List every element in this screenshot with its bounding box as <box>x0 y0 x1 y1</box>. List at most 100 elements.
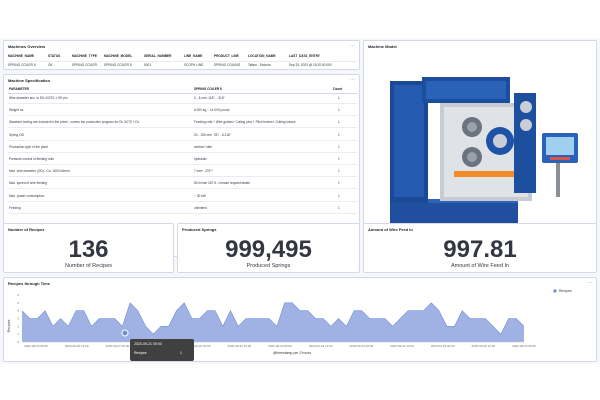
column-header[interactable]: LOCATION_NAME <box>248 54 276 58</box>
panel-title: Machine Specification <box>8 78 51 83</box>
table-cell: SPRING COILER 8 <box>8 63 36 67</box>
x-tick-label: 2020-09-23 12:00 <box>309 344 333 348</box>
table-cell: 20 - 150 mm .787 - 6.218" <box>194 132 231 137</box>
column-header[interactable]: MACHINE_NAME <box>8 54 34 58</box>
table-cell: Max. wire diameter (OD) - Ca. 1600 N/mm² <box>9 169 70 174</box>
divider <box>8 164 357 165</box>
table-cell: unlimited <box>194 205 207 210</box>
table-cell: SPRING COILER 8 <box>104 63 132 67</box>
table-cell: 1 <box>338 181 340 186</box>
x-tick-label: 2020-09-24 00:00 <box>349 344 373 348</box>
hover-point <box>121 329 129 337</box>
tooltip-series-value: 1 <box>180 351 182 355</box>
x-tick-label: 2020-09-22 12:00 <box>227 344 251 348</box>
divider <box>8 212 357 214</box>
table-cell: 1 <box>338 157 340 161</box>
metric-label: Amount of Wire Feed In <box>450 263 510 269</box>
metric-value: 997.81 <box>443 236 517 263</box>
table-cell: SCOPH LINE <box>184 63 204 67</box>
y-tick-label: 0 <box>17 340 19 344</box>
metric-label: Produced Springs <box>246 263 291 269</box>
table-cell: Feeding rolls + Wire guides+ Coiling pin… <box>194 120 296 125</box>
table-cell: 6.000 kg ~ 14.000 pound <box>194 108 230 113</box>
table-cell: Sep 25, 2020 @ 15:20:00.000 <box>289 63 332 67</box>
recipes-through-time-panel: Recipes through Time ⋯ 0123456 2020-09-2… <box>3 277 597 362</box>
table-cell: 80 m/min 187 ft. / minute request fasten <box>194 181 251 186</box>
table-cell: Production type of the plant <box>9 144 48 149</box>
y-tick-label: 1 <box>17 332 19 336</box>
table-cell: hydraulic <box>194 157 207 161</box>
table-cell: Wire diameter acc. to EN 10270-1 SH pin <box>9 96 68 100</box>
table-cell: 1 <box>338 96 340 100</box>
column-header[interactable]: MACHINE_TYPE <box>72 54 97 58</box>
y-tick-label: 4 <box>17 309 19 313</box>
metric-value: 136 <box>68 236 109 263</box>
column-header[interactable]: MACHINE_MODEL <box>104 54 132 58</box>
chart-tooltip: 2020-09-21 00:00 Recipes 1 <box>130 339 194 361</box>
table-cell: Standard tooling are included in the pri… <box>9 120 140 125</box>
table-cell: Max. speed of wire feeding <box>9 181 48 186</box>
panel-options-icon[interactable]: ⋯ <box>350 77 355 83</box>
tooltip-series-label: Recipes <box>134 351 147 355</box>
x-axis-label: @timestamp per 3 hours <box>273 351 312 355</box>
table-cell: Tallinn - Estonia <box>248 63 271 67</box>
x-tick-label: 2020-09-26 00:00 <box>512 344 536 348</box>
y-tick-label: 2 <box>17 324 19 328</box>
table-cell: Spring OD <box>9 132 24 137</box>
table-cell: 3 - 8 mm .118" - .315" <box>194 96 225 100</box>
y-tick-label: 3 <box>17 317 19 321</box>
x-tick-label: 2020-09-20 00:00 <box>24 344 48 348</box>
x-tick-label: 2020-09-24 12:00 <box>390 344 414 348</box>
table-cell: Weight ca. <box>9 108 25 113</box>
column-header-parameter[interactable]: PARAMETER <box>9 87 29 91</box>
produced-springs-panel: Produced Springs 999,495 Produced Spring… <box>177 223 360 273</box>
table-cell: 1 <box>338 169 340 174</box>
divider <box>8 93 357 94</box>
y-tick-label: 6 <box>17 293 19 297</box>
divider <box>8 188 357 190</box>
table-cell: SPRING COILER <box>72 63 97 67</box>
legend-swatch <box>553 289 557 293</box>
table-cell: OK <box>48 63 53 67</box>
tooltip-header: 2020-09-21 00:00 <box>134 342 162 346</box>
table-cell: Pressure control of feeding rolls <box>9 157 54 161</box>
divider <box>8 127 357 129</box>
column-header[interactable]: PRODUCT_LINE <box>214 54 239 58</box>
panel-title: Amount of Wire Feed In <box>368 227 413 232</box>
table-cell: Max. power consumption <box>9 193 45 198</box>
table-cell: SPRING COILING <box>214 63 241 67</box>
metric-label: Number of Recipes <box>64 263 113 269</box>
panel-title: Machines Overview <box>8 44 46 49</box>
machines-overview-panel: Machines Overview ⋯ MACHINE_NAME STATUS MA… <box>3 40 360 70</box>
table-cell: 1 <box>338 205 340 210</box>
dashboard-canvas: Machines Overview ⋯ MACHINE_NAME STATUS MA… <box>0 38 600 364</box>
divider <box>8 151 357 153</box>
divider <box>8 200 357 202</box>
divider <box>8 103 357 104</box>
x-tick-label: 2020-09-25 00:00 <box>431 344 455 348</box>
y-tick-label: 5 <box>17 301 19 305</box>
table-cell: 1 <box>338 132 340 137</box>
x-tick-label: 2020-09-20 12:00 <box>65 344 89 348</box>
number-of-recipes-panel: Number of Recipes 136 Number of Recipes <box>3 223 174 273</box>
column-header[interactable]: LINE_NAME <box>184 54 202 58</box>
panel-options-icon[interactable]: ⋯ <box>350 43 355 49</box>
column-header-count[interactable]: Count <box>333 87 342 91</box>
divider <box>8 115 357 117</box>
column-header[interactable]: STATUS <box>48 54 60 58</box>
table-cell: 1 <box>338 108 340 113</box>
wire-feed-panel: Amount of Wire Feed In 997.81 Amount of … <box>363 223 597 273</box>
x-tick-label: 2020-09-21 00:00 <box>105 344 129 348</box>
column-header[interactable]: SERIAL_NUMBER <box>144 54 171 58</box>
x-tick-label: 2020-09-23 00:00 <box>268 344 292 348</box>
table-cell: 1 <box>338 193 340 198</box>
divider <box>8 61 357 62</box>
table-cell: 1 <box>338 120 340 125</box>
table-cell: 1 <box>338 144 340 149</box>
metric-value: 999,495 <box>225 236 312 263</box>
legend-item-recipes[interactable]: Recipes <box>559 289 572 293</box>
panel-title: Number of Recipes <box>8 227 45 232</box>
recipes-area-chart[interactable]: 0 1 2 3 4 5 6 2020-09-20 00:00 2020-09-20 12:00… <box>4 278 597 362</box>
column-header[interactable]: LAST_DATA_ENTRY <box>289 54 320 58</box>
column-header-spring-coiler[interactable]: SPRING COILER 8 <box>194 87 222 91</box>
